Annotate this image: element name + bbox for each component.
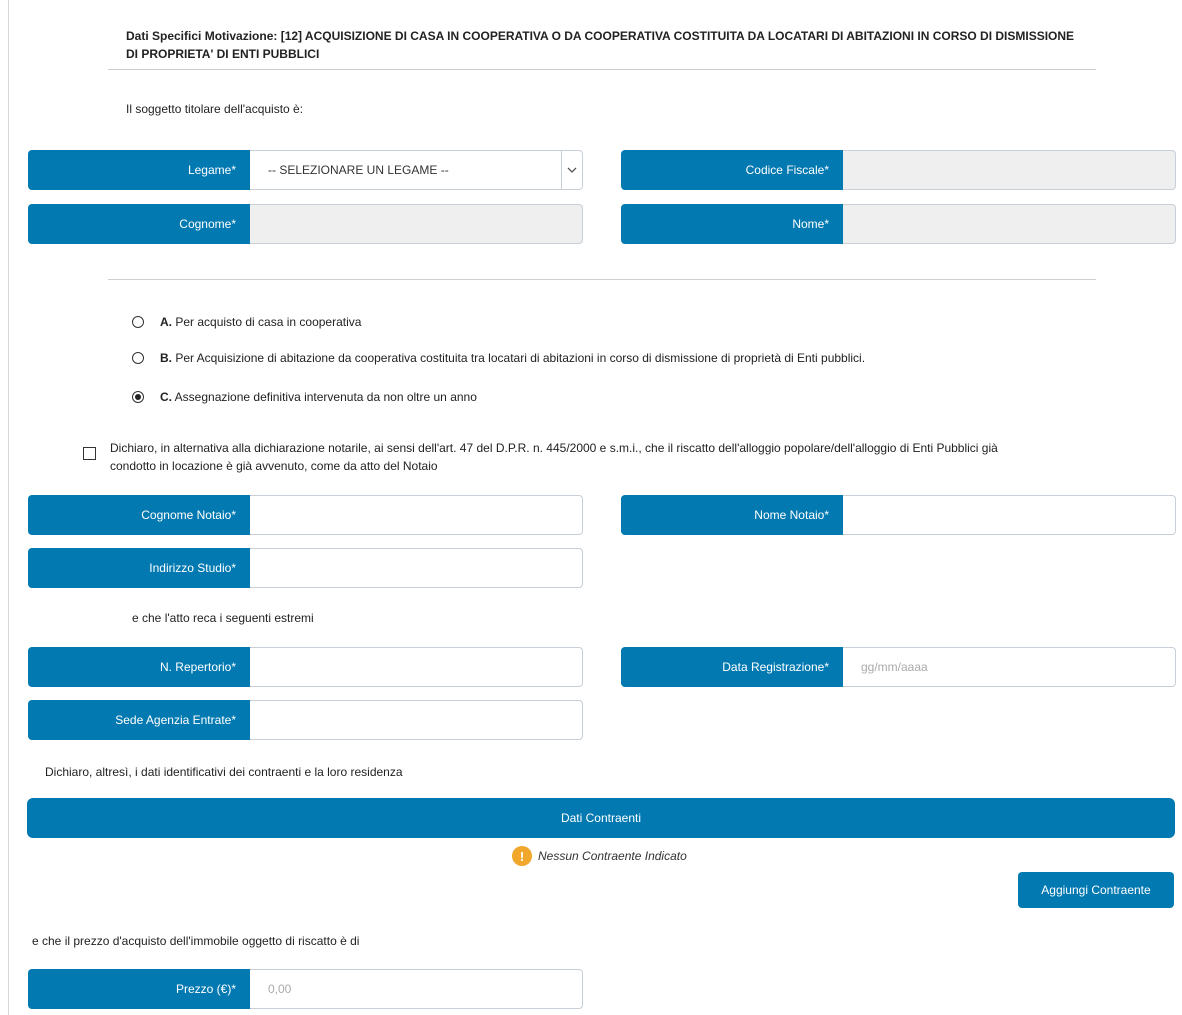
prezzo-input[interactable] [250,969,583,1009]
sede-agenzia-field: Sede Agenzia Entrate* [28,700,583,740]
sede-agenzia-input[interactable] [250,700,583,740]
declaration-line-2: condotto in locazione è già avvenuto, co… [110,459,438,473]
contractors-intro: Dichiaro, altresì, i dati identificativi… [45,765,403,779]
divider [108,69,1096,70]
subject-intro: Il soggetto titolare dell'acquisto è: [126,102,304,116]
codice-fiscale-label: Codice Fiscale* [621,150,843,190]
prezzo-label: Prezzo (€)* [28,969,250,1009]
declaration-checkbox[interactable] [83,447,96,460]
option-a[interactable]: A. Per acquisto di casa in cooperativa [132,315,361,329]
option-a-letter: A. [160,315,172,329]
nome-label: Nome* [621,204,843,244]
cognome-notaio-input[interactable] [250,495,583,535]
option-b-text: Per Acquisizione di abitazione da cooper… [172,351,866,365]
nome-notaio-input[interactable] [843,495,1176,535]
sede-agenzia-label: Sede Agenzia Entrate* [28,700,250,740]
data-registrazione-field: Data Registrazione* [621,647,1176,687]
add-contractor-button[interactable]: Aggiungi Contraente [1018,872,1174,908]
legame-select[interactable]: -- SELEZIONARE UN LEGAME -- [250,150,583,190]
cognome-notaio-field: Cognome Notaio* [28,495,583,535]
section-title: Dati Specifici Motivazione: [12] ACQUISI… [126,29,1075,61]
data-registrazione-input[interactable] [843,647,1176,687]
option-a-radio[interactable] [132,316,144,328]
option-c[interactable]: C. Assegnazione definitiva intervenuta d… [132,390,477,404]
legame-select-value: -- SELEZIONARE UN LEGAME -- [268,163,449,177]
codice-fiscale-input[interactable] [843,150,1176,190]
option-c-text: Assegnazione definitiva intervenuta da n… [172,390,477,404]
cognome-field: Cognome* [28,204,583,244]
indirizzo-studio-field: Indirizzo Studio* [28,548,583,588]
option-b[interactable]: B. Per Acquisizione di abitazione da coo… [132,351,865,365]
indirizzo-studio-label: Indirizzo Studio* [28,548,250,588]
divider [108,279,1096,280]
nome-notaio-label: Nome Notaio* [621,495,843,535]
deed-intro: e che l'atto reca i seguenti estremi [132,611,314,625]
radio-selected-dot [135,394,141,400]
warning-icon: ! [512,846,532,866]
repertorio-input[interactable] [250,647,583,687]
repertorio-field: N. Repertorio* [28,647,583,687]
option-b-letter: B. [160,351,172,365]
option-b-radio[interactable] [132,352,144,364]
no-contractor-text: Nessun Contraente Indicato [538,849,687,863]
option-c-radio[interactable] [132,391,144,403]
nome-notaio-field: Nome Notaio* [621,495,1176,535]
codice-fiscale-field: Codice Fiscale* [621,150,1176,190]
option-a-text: Per acquisto di casa in cooperativa [172,315,362,329]
cognome-input[interactable] [250,204,583,244]
prezzo-field: Prezzo (€)* [28,969,583,1009]
indirizzo-studio-input[interactable] [250,548,583,588]
legame-field: Legame* -- SELEZIONARE UN LEGAME -- [28,150,583,190]
price-intro: e che il prezzo d'acquisto dell'immobile… [32,934,360,948]
data-registrazione-label: Data Registrazione* [621,647,843,687]
legame-label: Legame* [28,150,250,190]
left-border [8,0,9,1015]
chevron-down-icon[interactable] [561,151,582,189]
declaration-text: Dichiaro, in alternativa alla dichiarazi… [110,439,998,475]
repertorio-label: N. Repertorio* [28,647,250,687]
cognome-label: Cognome* [28,204,250,244]
nome-field: Nome* [621,204,1176,244]
declaration-line-1: Dichiaro, in alternativa alla dichiarazi… [110,441,998,455]
cognome-notaio-label: Cognome Notaio* [28,495,250,535]
option-c-letter: C. [160,390,172,404]
no-contractor-notice: ! Nessun Contraente Indicato [512,846,687,866]
nome-input[interactable] [843,204,1176,244]
dati-contraenti-bar[interactable]: Dati Contraenti [27,798,1175,838]
